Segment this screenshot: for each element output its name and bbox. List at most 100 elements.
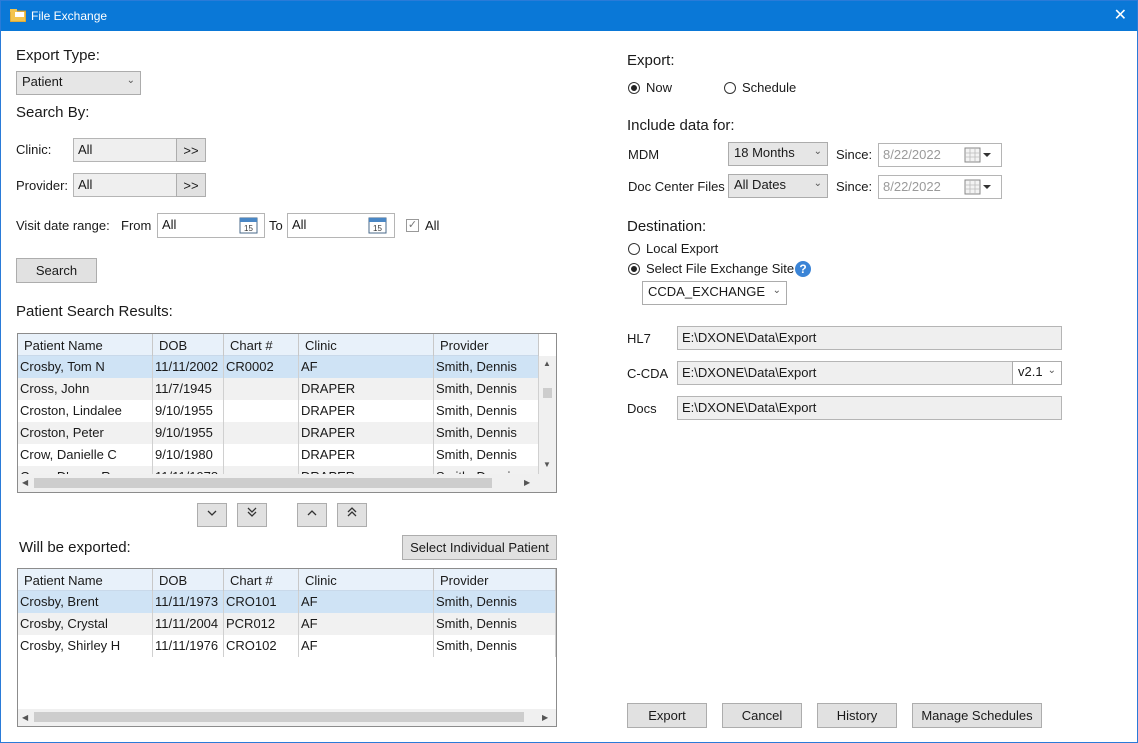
move-all-down-button[interactable] [237, 503, 267, 527]
clinic-field[interactable]: All [73, 138, 177, 162]
history-button[interactable]: History [817, 703, 897, 728]
hl7-path-field[interactable]: E:\DXONE\Data\Export [677, 326, 1062, 350]
scroll-left-icon[interactable]: ◀ [22, 478, 28, 487]
clinic-picker-button[interactable]: >> [176, 138, 206, 162]
chevron-down-icon: ⌄ [772, 285, 781, 296]
file-exchange-site-value: CCDA_EXCHANGE [648, 284, 766, 299]
window-title: File Exchange [31, 9, 108, 23]
horizontal-scrollbar[interactable]: ◀ ▶ [18, 474, 556, 492]
column-header[interactable]: Patient Name [18, 334, 153, 356]
calendar-icon[interactable]: 15 [239, 216, 259, 234]
manage-schedules-button[interactable]: Manage Schedules [912, 703, 1042, 728]
mdm-range-select[interactable]: 18 Months ⌄ [728, 142, 828, 166]
table-row[interactable]: Crosby, Shirley H 11/11/1976 CRO102 AF Smith… [18, 635, 556, 657]
scroll-thumb[interactable] [34, 712, 524, 722]
now-radio[interactable] [628, 82, 640, 94]
double-chevron-up-icon [347, 507, 357, 517]
scroll-down-icon[interactable]: ▼ [543, 460, 551, 469]
column-header[interactable]: Provider [434, 334, 539, 356]
schedule-radio[interactable] [724, 82, 736, 94]
file-exchange-site-radio[interactable] [628, 263, 640, 275]
include-data-label: Include data for: [627, 117, 735, 134]
docs-label: Docs [627, 401, 657, 416]
table-row[interactable]: Cross, John 11/7/1945 DRAPER Smith, Dennis [18, 378, 539, 400]
vertical-scrollbar[interactable]: ▲ ▼ [539, 356, 556, 474]
file-exchange-window: File Exchange ✕ Export Type: Patient ⌄ S… [0, 0, 1138, 743]
table-cell: PCR012 [224, 613, 299, 635]
table-row[interactable]: Croston, Peter 9/10/1955 DRAPER Smith, Denn… [18, 422, 539, 444]
table-header: Patient Name DOB Chart # Clinic Provider [18, 569, 556, 591]
table-cell: 9/10/1980 [153, 444, 224, 466]
local-export-radio[interactable] [628, 243, 640, 255]
scroll-thumb[interactable] [543, 388, 552, 398]
file-exchange-site-select[interactable]: CCDA_EXCHANGE ⌄ [642, 281, 787, 305]
table-cell: AF [299, 613, 434, 635]
provider-label: Provider: [16, 178, 69, 193]
scroll-right-icon[interactable]: ▶ [524, 478, 530, 487]
ccda-label: C-CDA [627, 366, 669, 381]
chevron-up-icon [307, 510, 317, 516]
help-icon[interactable]: ? [795, 261, 811, 277]
select-individual-patient-button[interactable]: Select Individual Patient [402, 535, 557, 560]
local-export-label: Local Export [646, 241, 719, 256]
scroll-left-icon[interactable]: ◀ [22, 713, 28, 722]
calendar-icon[interactable]: 15 [368, 216, 388, 234]
scroll-up-icon[interactable]: ▲ [543, 359, 551, 368]
table-row[interactable]: Crosby, Crystal 11/11/2004 PCR012 AF Smith, … [18, 613, 556, 635]
column-header[interactable]: Chart # [224, 569, 299, 591]
export-type-select[interactable]: Patient ⌄ [16, 71, 141, 95]
visit-date-range-label: Visit date range: [16, 218, 110, 233]
table-row[interactable]: Crosby, Tom N 11/11/2002 CR0002 AF Smith, De… [18, 356, 539, 378]
move-up-button[interactable] [297, 503, 327, 527]
table-row[interactable]: Croston, Lindalee 9/10/1955 DRAPER Smith, D… [18, 400, 539, 422]
ccda-version-select[interactable]: v2.1 ⌄ [1012, 361, 1062, 385]
export-table[interactable]: Patient Name DOB Chart # Clinic Provider Cro… [17, 568, 557, 727]
scroll-right-icon[interactable]: ▶ [542, 713, 548, 722]
svg-text:15: 15 [244, 224, 253, 233]
clinic-label: Clinic: [16, 142, 52, 157]
move-all-up-button[interactable] [337, 503, 367, 527]
table-cell: 11/11/1973 [153, 591, 224, 613]
doc-center-label: Doc Center Files [628, 179, 725, 194]
doc-since-label: Since: [836, 179, 873, 194]
calendar-dropdown-icon[interactable] [964, 178, 994, 196]
table-cell: Smith, Dennis [434, 356, 539, 378]
column-header[interactable]: Chart # [224, 334, 299, 356]
export-type-value: Patient [22, 74, 63, 89]
cancel-button[interactable]: Cancel [722, 703, 802, 728]
search-button[interactable]: Search [16, 258, 97, 283]
column-header[interactable]: DOB [153, 334, 224, 356]
now-label: Now [646, 80, 673, 95]
scroll-thumb[interactable] [34, 478, 492, 488]
table-header: Patient Name DOB Chart # Clinic Provider [18, 334, 539, 356]
provider-picker-button[interactable]: >> [176, 173, 206, 197]
column-header[interactable]: Provider [434, 569, 556, 591]
column-header[interactable]: DOB [153, 569, 224, 591]
doc-center-range-select[interactable]: All Dates ⌄ [728, 174, 828, 198]
column-header[interactable]: Clinic [299, 334, 434, 356]
all-dates-label: All [425, 218, 440, 233]
double-chevron-down-icon [247, 507, 257, 517]
docs-path-field[interactable]: E:\DXONE\Data\Export [677, 396, 1062, 420]
calendar-dropdown-icon[interactable] [964, 146, 994, 164]
move-down-button[interactable] [197, 503, 227, 527]
all-dates-checkbox[interactable]: ✓ [406, 219, 419, 232]
ccda-path-field[interactable]: E:\DXONE\Data\Export [677, 361, 1013, 385]
close-icon[interactable]: ✕ [1114, 5, 1127, 25]
schedule-label: Schedule [742, 80, 797, 95]
column-header[interactable]: Patient Name [18, 569, 153, 591]
export-button[interactable]: Export [627, 703, 707, 728]
file-exchange-site-label: Select File Exchange Site [646, 261, 795, 276]
table-cell: CRO101 [224, 591, 299, 613]
mdm-range-value: 18 Months [734, 145, 795, 160]
table-row[interactable]: Crow, Danielle C 9/10/1980 DRAPER Smith, De… [18, 444, 539, 466]
provider-field[interactable]: All [73, 173, 177, 197]
horizontal-scrollbar[interactable]: ◀ ▶ [18, 709, 556, 726]
destination-label: Destination: [627, 218, 707, 235]
table-row[interactable]: Crosby, Brent 11/11/1973 CRO101 AF Smith, De… [18, 591, 556, 613]
column-header[interactable]: Clinic [299, 569, 434, 591]
table-cell: Crosby, Brent [18, 591, 153, 613]
search-results-table[interactable]: Patient Name DOB Chart # Clinic Provider Cro… [17, 333, 557, 493]
table-cell: DRAPER [299, 444, 434, 466]
table-cell: Croston, Lindalee [18, 400, 153, 422]
